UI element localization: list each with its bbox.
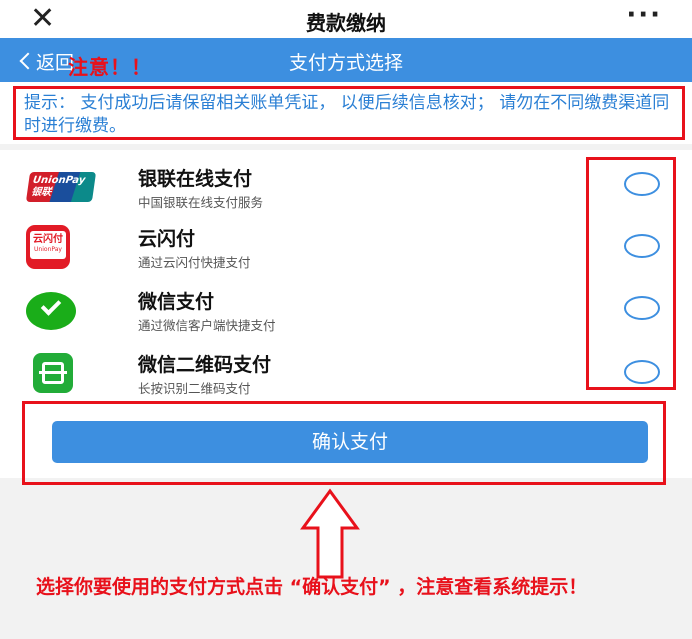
- payment-desc: 通过微信客户端快捷支付: [138, 318, 276, 333]
- unionpay-icon: UnionPay 银联: [25, 172, 97, 202]
- yunshanfu-icon: 云闪付 UnionPay: [26, 225, 70, 269]
- instruction-annotation: 选择你要使用的支付方式点击 “确认支付” ，注意查看系统提示！: [36, 576, 588, 598]
- check-icon: [40, 295, 62, 316]
- yunshanfu-icon-subtext: UnionPay: [34, 246, 62, 253]
- app-title-bar: ✕ 费款缴纳 ···: [0, 0, 692, 38]
- radio-highlight-box: [586, 157, 676, 390]
- notice-text: 提示： 支付成功后请保留相关账单凭证， 以便后续信息核对； 请勿在不同缴费渠道同…: [24, 93, 670, 136]
- yunshanfu-icon-text: 云闪付: [33, 234, 63, 245]
- wechat-pay-icon: [26, 292, 76, 330]
- attention-annotation: 注意！！: [68, 55, 152, 79]
- yunshanfu-icon-card: 云闪付 UnionPay: [30, 231, 66, 259]
- more-icon[interactable]: ···: [626, 0, 662, 30]
- notice-panel: 提示： 支付成功后请保留相关账单凭证， 以便后续信息核对； 请勿在不同缴费渠道同…: [0, 82, 692, 144]
- qr-scan-line: [39, 371, 67, 374]
- payment-name: 微信支付: [138, 291, 215, 313]
- payment-name: 云闪付: [138, 228, 196, 250]
- unionpay-icon-text: UnionPay 银联: [30, 175, 86, 198]
- up-arrow-annotation: [300, 488, 360, 579]
- wechat-qr-icon: [33, 353, 73, 393]
- confirm-pay-button[interactable]: 确认支付: [52, 421, 648, 463]
- payment-desc: 长按识别二维码支付: [138, 381, 251, 396]
- payment-name: 银联在线支付: [138, 168, 253, 190]
- app-title: 费款缴纳: [306, 11, 386, 35]
- payment-desc: 中国银联在线支付服务: [138, 195, 264, 210]
- notice-highlight-box: 提示： 支付成功后请保留相关账单凭证， 以便后续信息核对； 请勿在不同缴费渠道同…: [13, 86, 685, 140]
- payment-name: 微信二维码支付: [138, 354, 272, 376]
- payment-desc: 通过云闪付快捷支付: [138, 255, 251, 270]
